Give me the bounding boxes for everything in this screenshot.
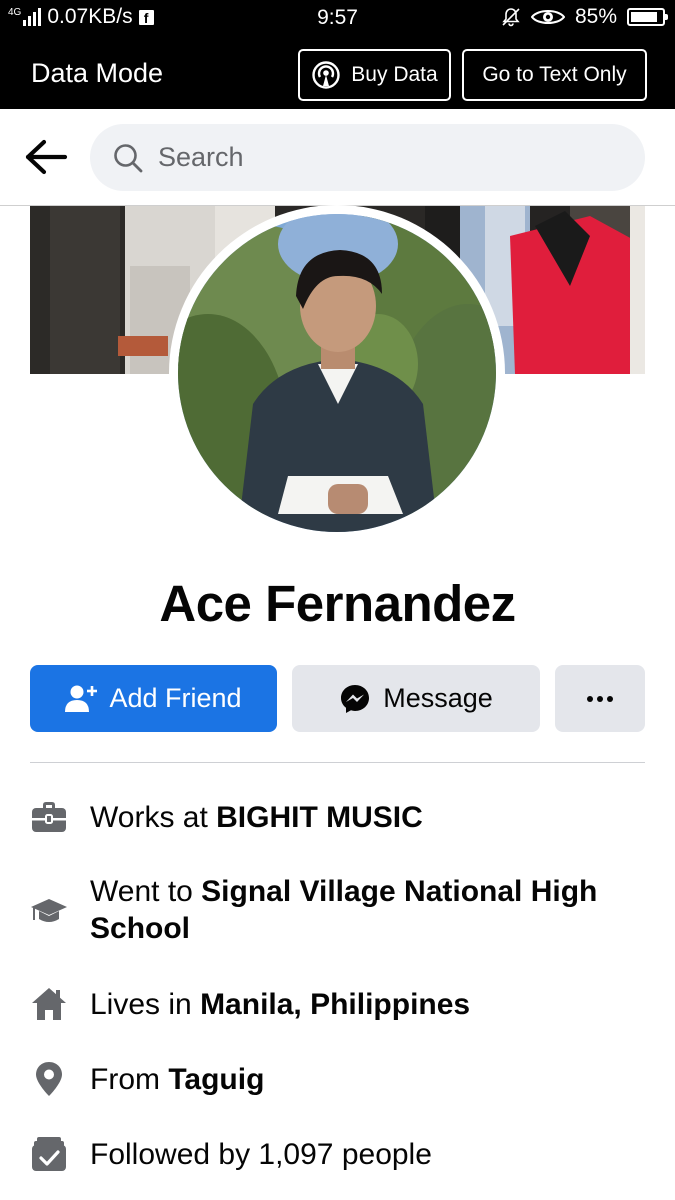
- followers-icon: [32, 1137, 66, 1171]
- messenger-icon: [341, 684, 370, 713]
- add-person-icon: [65, 685, 98, 712]
- lives-value[interactable]: Manila, Philippines: [200, 988, 470, 1021]
- intro-followers: Followed by 1,097 people: [30, 1135, 645, 1173]
- battery-icon: [627, 8, 668, 26]
- add-friend-button[interactable]: Add Friend: [30, 665, 277, 732]
- followers-text[interactable]: Followed by 1,097 people: [90, 1136, 432, 1173]
- home-icon: [32, 988, 66, 1020]
- intro-current-city: Lives in Manila, Philippines: [30, 985, 645, 1023]
- graduation-cap-icon: [31, 899, 67, 922]
- intro-education: Went to Signal Village National High Sch…: [30, 873, 645, 947]
- intro-hometown: From Taguig: [30, 1060, 645, 1098]
- work-prefix: Works at: [90, 800, 217, 834]
- from-prefix: From: [90, 1062, 169, 1096]
- school-prefix: Went to: [90, 875, 202, 908]
- more-dots-icon: [587, 695, 613, 702]
- work-value[interactable]: BIGHIT MUSIC: [216, 801, 423, 834]
- location-pin-icon: [36, 1062, 62, 1096]
- status-bar: 4G 0.07KB/s f 9:57 85%: [0, 0, 675, 36]
- battery-percent: 85%: [574, 5, 617, 28]
- data-mode-title: Data Mode: [31, 58, 164, 88]
- message-label: Message: [383, 683, 493, 713]
- arrow-left-icon[interactable]: [22, 137, 68, 177]
- divider: [30, 762, 645, 763]
- data-mode-bar: Data Mode Buy Data Go to Text Only: [0, 36, 675, 109]
- silent-bell-icon: [502, 8, 520, 27]
- buy-data-button[interactable]: Buy Data: [298, 49, 451, 101]
- eye-icon: [530, 10, 565, 24]
- avatar: [178, 214, 496, 532]
- search-icon: [114, 143, 143, 172]
- antenna-icon: [312, 61, 340, 89]
- profile-name: Ace Fernandez: [159, 575, 516, 632]
- briefcase-icon: [32, 802, 66, 832]
- from-value[interactable]: Taguig: [168, 1063, 264, 1096]
- lives-prefix: Lives in: [90, 987, 201, 1021]
- intro-work: Works at BIGHIT MUSIC: [30, 798, 645, 836]
- buy-data-label: Buy Data: [351, 63, 438, 86]
- profile-picture[interactable]: [169, 205, 505, 541]
- add-friend-label: Add Friend: [109, 683, 242, 713]
- go-to-text-only-button[interactable]: Go to Text Only: [462, 49, 647, 101]
- more-options-button[interactable]: [555, 665, 645, 732]
- text-only-label: Go to Text Only: [482, 63, 627, 86]
- search-input[interactable]: [158, 142, 598, 173]
- search-bar[interactable]: [90, 124, 645, 191]
- search-header: [0, 109, 675, 206]
- message-button[interactable]: Message: [292, 665, 540, 732]
